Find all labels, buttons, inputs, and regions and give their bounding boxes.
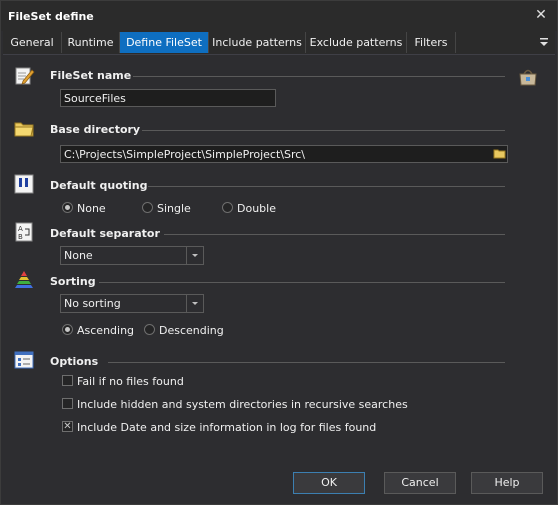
default-separator-heading: Default separator <box>50 227 160 240</box>
sort-ascending-radio[interactable] <box>62 324 73 335</box>
close-button[interactable]: ✕ <box>533 7 549 23</box>
window-title: FileSet define <box>8 10 94 23</box>
folder-icon <box>14 122 34 137</box>
section-divider <box>142 130 505 131</box>
quoting-single-label: Single <box>157 202 191 215</box>
separator-select[interactable]: None <box>60 246 204 265</box>
tab-include-patterns[interactable]: Include patterns <box>209 32 306 53</box>
base-directory-input[interactable]: C:\Projects\SimpleProject\SimpleProject\… <box>60 145 508 163</box>
separator-icon: A B <box>15 222 33 242</box>
cancel-button[interactable]: Cancel <box>384 472 456 494</box>
sort-descending-label: Descending <box>159 324 224 337</box>
tab-bar: General Runtime Define FileSet Include p… <box>3 31 555 55</box>
section-divider <box>99 282 505 283</box>
include-hidden-dirs-checkbox[interactable] <box>62 398 73 409</box>
tab-define-fileset[interactable]: Define FileSet <box>120 32 209 53</box>
tab-exclude-patterns[interactable]: Exclude patterns <box>306 32 407 53</box>
quote-icon <box>14 174 34 194</box>
fail-if-no-files-label: Fail if no files found <box>77 375 184 388</box>
separator-select-value: None <box>64 249 93 262</box>
sort-ascending-label: Ascending <box>77 324 135 337</box>
tab-general[interactable]: General <box>3 32 62 53</box>
title-bar: FileSet define ✕ <box>1 1 557 31</box>
include-hidden-dirs-label: Include hidden and system directories in… <box>77 398 408 411</box>
tab-runtime[interactable]: Runtime <box>62 32 120 53</box>
edit-pencil-icon <box>15 67 35 85</box>
quoting-none-radio[interactable] <box>62 202 73 213</box>
fileset-define-dialog: FileSet define ✕ General Runtime Define … <box>0 0 558 505</box>
sort-descending-radio[interactable] <box>144 324 155 335</box>
sort-pyramid-icon <box>15 271 33 288</box>
fileset-name-heading: FileSet name <box>50 69 132 82</box>
section-divider <box>148 186 505 187</box>
help-button[interactable]: Help <box>471 472 543 494</box>
sorting-select-value: No sorting <box>64 297 121 310</box>
include-date-size-label: Include Date and size information in log… <box>77 421 377 434</box>
bag-icon[interactable] <box>517 65 539 87</box>
quoting-single-radio[interactable] <box>142 202 153 213</box>
quoting-double-label: Double <box>237 202 276 215</box>
base-directory-heading: Base directory <box>50 123 141 136</box>
tab-filters[interactable]: Filters <box>407 32 456 53</box>
options-checklist-icon <box>14 351 34 369</box>
chevron-down-icon[interactable] <box>186 247 203 264</box>
default-quoting-heading: Default quoting <box>50 179 148 192</box>
chevron-down-icon[interactable] <box>186 295 203 312</box>
browse-folder-icon[interactable] <box>492 146 508 162</box>
section-divider <box>133 76 505 77</box>
quoting-double-radio[interactable] <box>222 202 233 213</box>
sorting-select[interactable]: No sorting <box>60 294 204 313</box>
fileset-name-input[interactable]: SourceFiles <box>60 89 276 107</box>
section-divider <box>164 234 505 235</box>
tab-menu-icon[interactable] <box>537 35 551 49</box>
fail-if-no-files-checkbox[interactable] <box>62 375 73 386</box>
include-date-size-checkbox[interactable]: ✕ <box>62 421 73 432</box>
ok-button[interactable]: OK <box>293 472 365 494</box>
section-divider <box>108 362 505 363</box>
svg-text:B: B <box>18 233 23 241</box>
sorting-heading: Sorting <box>50 275 96 288</box>
quoting-none-label: None <box>77 202 106 215</box>
svg-text:A: A <box>18 225 23 233</box>
options-heading: Options <box>50 355 99 368</box>
